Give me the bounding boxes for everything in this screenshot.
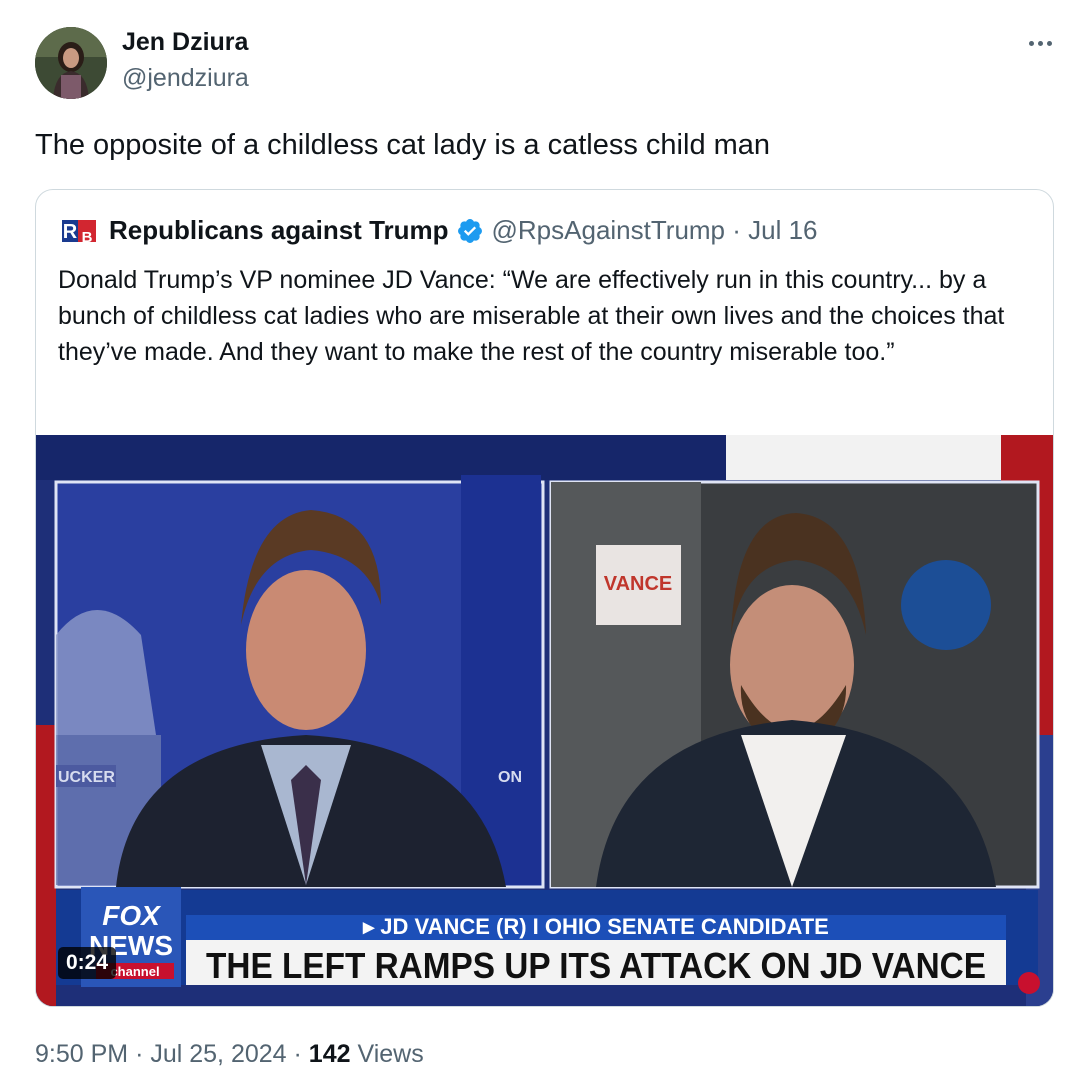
quoted-date[interactable]: Jul 16 [748, 215, 817, 246]
quoted-avatar-letter-r: R [63, 221, 78, 243]
author-handle[interactable]: @jendziura [122, 64, 249, 93]
wall-text-right: ON [498, 769, 522, 786]
author-avatar[interactable] [35, 27, 107, 99]
quoted-header: Republicans against Trump @RpsAgainstTru… [109, 215, 818, 246]
lower-third: FOX NEWS channel ▸ JD VANCE (R) I OHIO S… [56, 887, 1040, 994]
author-display-name[interactable]: Jen Dziura [122, 28, 248, 57]
tweet: Jen Dziura @jendziura The opposite of a … [0, 0, 1088, 1088]
tweet-text: The opposite of a childless cat lady is … [35, 129, 771, 161]
quoted-text: Donald Trump’s VP nominee JD Vance: “We … [58, 266, 1005, 366]
quoted-tweet-card[interactable]: R B Republicans against Trump @RpsAgains… [35, 189, 1054, 1007]
vance-sign-text: VANCE [604, 573, 673, 595]
wall-text-left: UCKER [58, 769, 115, 786]
views-count[interactable]: 142 [309, 1040, 351, 1068]
more-icon[interactable] [1020, 28, 1060, 58]
quoted-separator: · [725, 215, 749, 245]
verified-badge-icon [457, 218, 482, 243]
views-label: Views [357, 1040, 424, 1068]
video-frame: UCKER ON VANCE FOX NEWS channel ▸ JD VAN… [36, 435, 1053, 1006]
fox-logo-line3: channel [110, 964, 159, 979]
right-panel: VANCE [549, 480, 1040, 889]
tweet-time[interactable]: 9:50 PM [35, 1040, 128, 1068]
quoted-handle[interactable]: @RpsAgainstTrump [492, 215, 726, 246]
lower-third-headline: THE LEFT RAMPS UP ITS ATTACK ON JD VANCE [206, 945, 986, 986]
lower-third-subtitle: ▸ JD VANCE (R) I OHIO SENATE CANDIDATE [362, 914, 829, 939]
fox-logo-line1: FOX [102, 900, 162, 931]
tweet-meta-separator: · [135, 1040, 144, 1068]
left-panel: UCKER ON [54, 475, 545, 889]
video-player[interactable]: UCKER ON VANCE FOX NEWS channel ▸ JD VAN… [36, 435, 1053, 1006]
tweet-meta: 9:50 PM · Jul 25, 2024 · 142 Views [35, 1040, 424, 1069]
quoted-avatar[interactable]: R B [58, 210, 100, 252]
video-duration: 0:24 [58, 947, 117, 979]
quoted-display-name[interactable]: Republicans against Trump [109, 215, 449, 246]
tweet-meta-separator-2: · [293, 1040, 302, 1068]
tweet-date[interactable]: Jul 25, 2024 [150, 1040, 286, 1068]
quoted-avatar-letter-b: B [82, 229, 93, 246]
